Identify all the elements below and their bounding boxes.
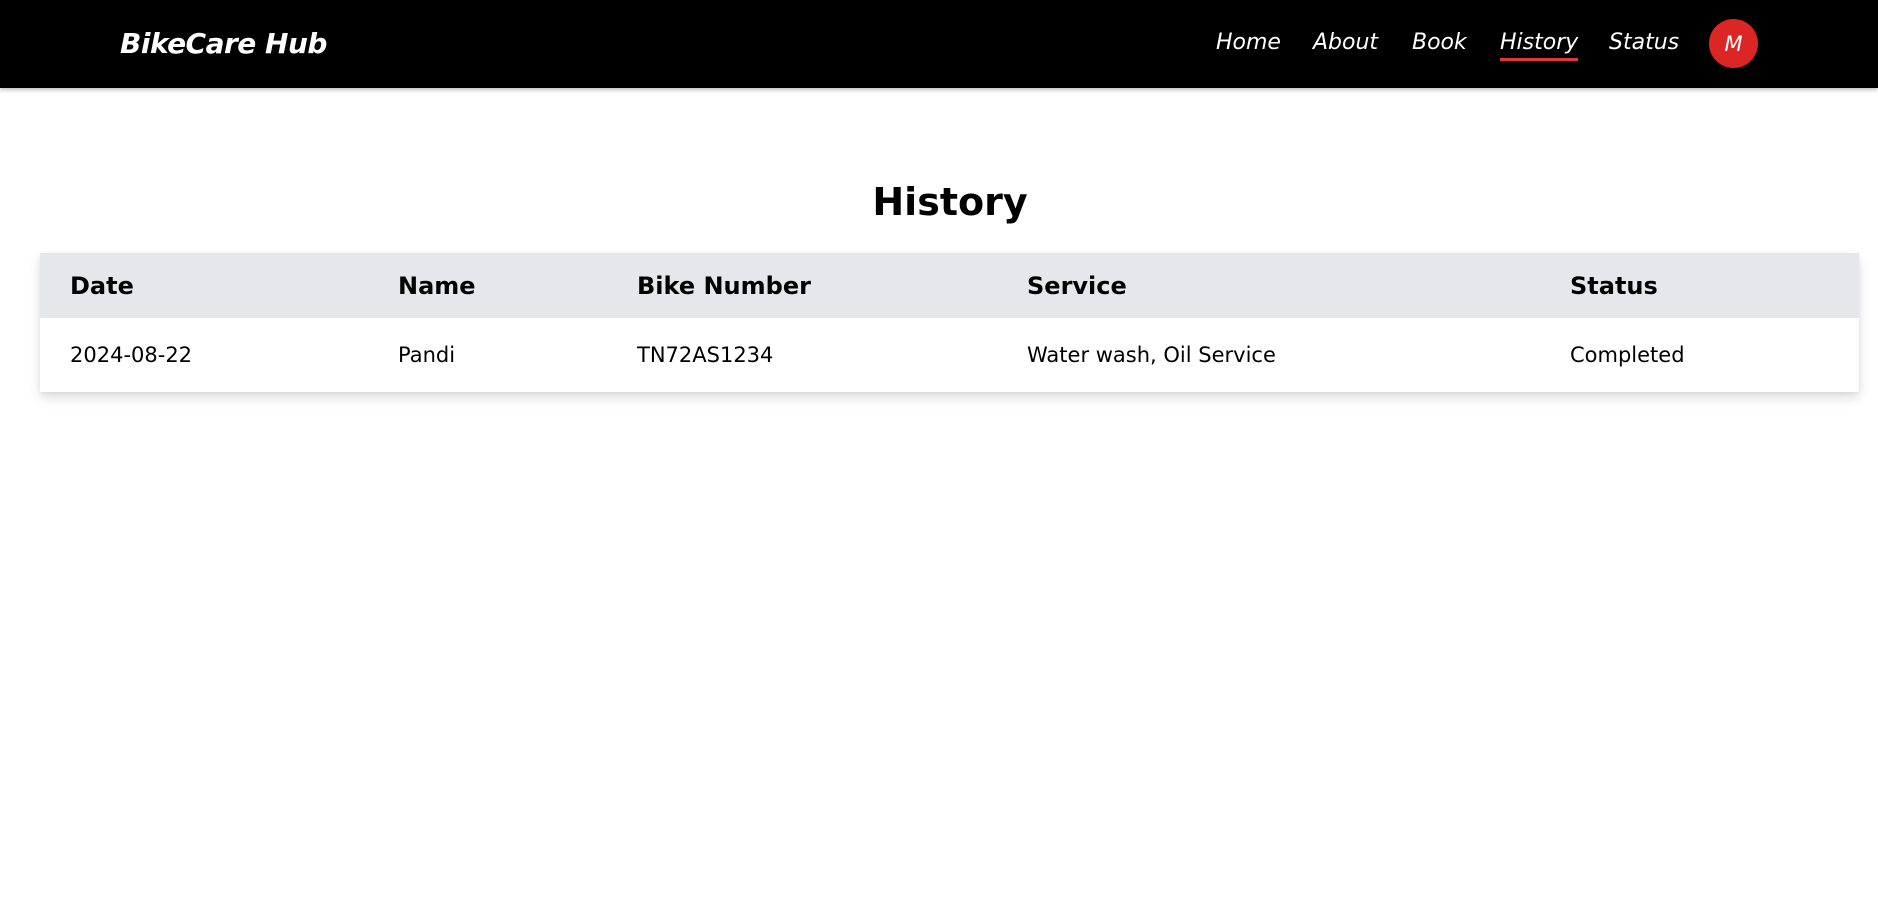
column-header-bike-number: Bike Number [637, 271, 811, 300]
nav-status-link[interactable]: Status [1609, 28, 1679, 58]
navbar: BikeCare Hub Home About Book History Sta… [0, 0, 1878, 88]
nav-home-link[interactable]: Home [1216, 28, 1281, 58]
user-avatar[interactable]: M [1709, 19, 1758, 68]
table-row: 2024-08-22 Pandi TN72AS1234 Water wash, … [40, 318, 1859, 392]
table-body: 2024-08-22 Pandi TN72AS1234 Water wash, … [40, 318, 1859, 392]
cell-status: Completed [1570, 343, 1685, 367]
column-header-status: Status [1570, 271, 1658, 300]
history-table: Date Name Bike Number Service Status 202… [40, 253, 1859, 392]
cell-date: 2024-08-22 [70, 343, 193, 367]
nav-about-link[interactable]: About [1313, 28, 1378, 58]
table-header-row: Date Name Bike Number Service Status [40, 253, 1859, 318]
history-table-card: Date Name Bike Number Service Status 202… [40, 253, 1859, 392]
cell-bike-number: TN72AS1234 [637, 343, 774, 367]
page-title: History [872, 180, 1028, 224]
column-header-service: Service [1027, 271, 1127, 300]
nav-book-link[interactable]: Book [1412, 28, 1467, 58]
cell-name: Pandi [398, 343, 456, 367]
column-header-date: Date [70, 271, 134, 300]
cell-service: Water wash, Oil Service [1027, 343, 1276, 367]
brand-logo[interactable]: BikeCare Hub [120, 24, 327, 64]
nav-history-link[interactable]: History [1500, 28, 1579, 61]
table-header: Date Name Bike Number Service Status [40, 253, 1859, 318]
column-header-name: Name [398, 271, 476, 300]
